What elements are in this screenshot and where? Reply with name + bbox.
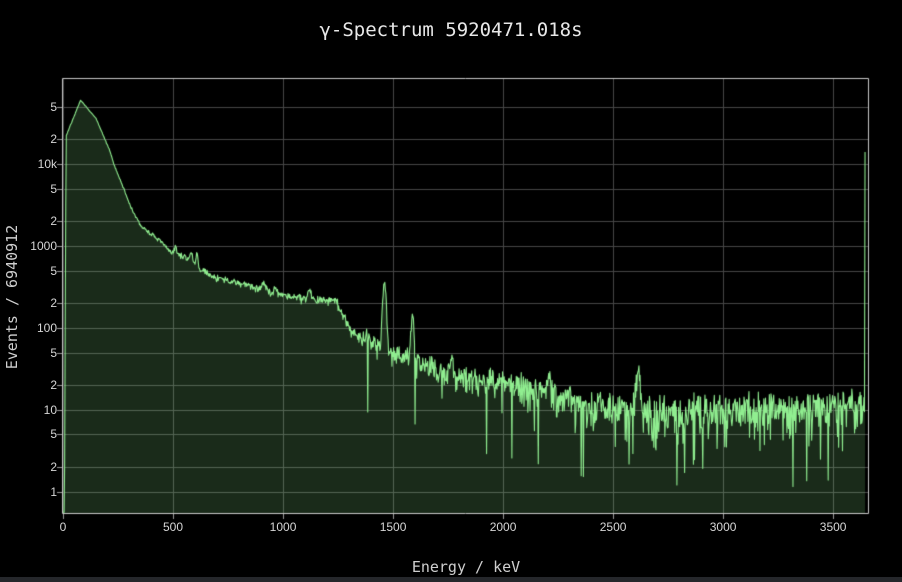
y-tick-label: 1000 — [17, 240, 57, 252]
x-tick-label: 500 — [163, 521, 183, 533]
y-tick-label: 2 — [17, 133, 57, 145]
x-tick-label: 1000 — [270, 521, 297, 533]
window-bottom-edge — [0, 577, 902, 582]
x-axis-title: Energy / keV — [63, 558, 869, 576]
spectrum-plot-canvas[interactable] — [0, 0, 902, 582]
y-tick-label: 5 — [17, 101, 57, 113]
y-tick-label: 1 — [17, 486, 57, 498]
y-tick-label: 5 — [17, 428, 57, 440]
spectrum-figure: γ-Spectrum 5920471.018s 0500100015002000… — [0, 0, 902, 582]
y-tick-label: 100 — [17, 322, 57, 334]
y-tick-label: 5 — [17, 265, 57, 277]
x-tick-label: 3000 — [710, 521, 737, 533]
x-tick-label: 3500 — [820, 521, 847, 533]
y-tick-label: 2 — [17, 297, 57, 309]
y-axis-title: Events / 6940912 — [3, 97, 21, 497]
y-tick-label: 2 — [17, 461, 57, 473]
x-tick-label: 2000 — [490, 521, 517, 533]
y-tick-label: 5 — [17, 183, 57, 195]
x-tick-label: 1500 — [380, 521, 407, 533]
y-tick-label: 5 — [17, 347, 57, 359]
x-tick-label: 0 — [60, 521, 67, 533]
y-tick-label: 10 — [17, 404, 57, 416]
x-tick-label: 2500 — [600, 521, 627, 533]
y-tick-label: 2 — [17, 215, 57, 227]
y-tick-label: 10k — [17, 158, 57, 170]
y-tick-label: 2 — [17, 379, 57, 391]
